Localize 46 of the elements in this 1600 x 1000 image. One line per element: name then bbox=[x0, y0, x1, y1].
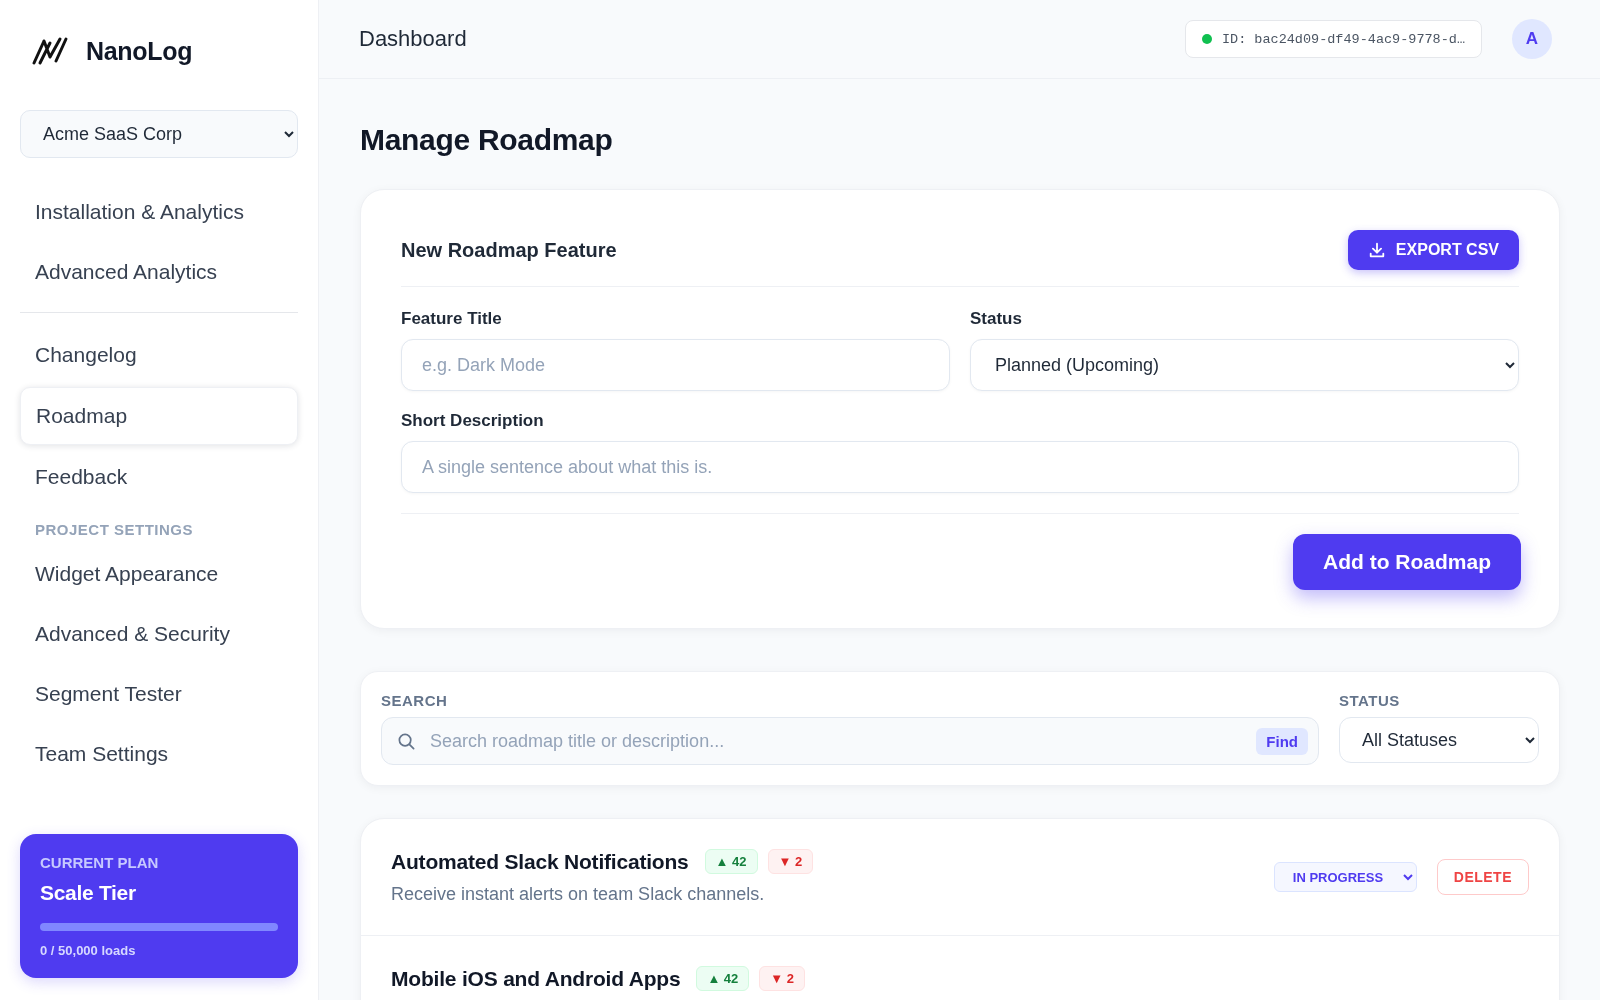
delete-button[interactable]: DELETE bbox=[1436, 859, 1529, 895]
nav-item[interactable]: Advanced & Security bbox=[20, 606, 298, 662]
downvote-count: ▼ 2 bbox=[759, 966, 806, 991]
download-icon bbox=[1367, 241, 1386, 259]
feature-title: Mobile iOS and Android Apps bbox=[391, 966, 681, 991]
find-button[interactable]: Find bbox=[1256, 727, 1308, 755]
field-label: Status bbox=[970, 309, 1023, 329]
nav-item[interactable]: Widget Appearance bbox=[20, 546, 298, 602]
nav-item[interactable]: Installation & Analytics bbox=[20, 184, 298, 240]
search-field[interactable]: Search roadmap title or description... Find bbox=[381, 717, 1319, 765]
plan-label: CURRENT PLAN bbox=[40, 854, 160, 871]
search-label: SEARCH bbox=[381, 692, 449, 709]
project-id: ID: bac24d09-df49-4ac9-9778-d… bbox=[1221, 31, 1465, 47]
feature-description: Receive instant alerts on team Slack channels. bbox=[391, 884, 766, 905]
avatar[interactable]: A bbox=[1512, 19, 1552, 59]
usage-text: 0 / 50,000 loads bbox=[40, 943, 137, 958]
project-select[interactable]: Acme SaaS Corp bbox=[20, 110, 298, 158]
upvote-count: ▲ 42 bbox=[696, 966, 750, 991]
nav-item[interactable]: Advanced Analytics bbox=[20, 244, 298, 300]
status-label: STATUS bbox=[1339, 692, 1401, 709]
field-label: Short Description bbox=[401, 411, 545, 431]
nav-item[interactable]: Team Settings bbox=[20, 726, 298, 782]
nav-item[interactable]: Feedback bbox=[20, 449, 298, 505]
brand-name: NanoLog bbox=[86, 36, 193, 66]
plan-name: Scale Tier bbox=[40, 881, 137, 905]
nav-item[interactable]: Roadmap bbox=[20, 387, 298, 445]
logo-icon bbox=[30, 35, 70, 67]
add-to-roadmap-button[interactable]: Add to Roadmap bbox=[1293, 534, 1521, 590]
feature-title-input[interactable]: e.g. Dark Mode bbox=[401, 339, 950, 391]
upvote-count: ▲ 42 bbox=[704, 849, 758, 874]
field-label: Feature Title bbox=[401, 309, 503, 329]
status-dot-icon bbox=[1201, 34, 1212, 44]
export-button[interactable]: EXPORT CSV bbox=[1347, 230, 1519, 270]
form-title: New Roadmap Feature bbox=[401, 238, 617, 262]
downvote-count: ▼ 2 bbox=[767, 849, 814, 874]
section-heading: PROJECT SETTINGS bbox=[34, 520, 195, 540]
feature-title: Automated Slack Notifications bbox=[391, 849, 689, 874]
search-icon bbox=[397, 731, 416, 751]
status-filter-select[interactable]: All Statuses bbox=[1339, 717, 1539, 763]
header-title: Dashboard bbox=[359, 26, 468, 52]
description-input[interactable]: A single sentence about what this is. bbox=[401, 441, 1519, 493]
page-title: Manage Roadmap bbox=[360, 123, 614, 157]
nav-item[interactable]: Changelog bbox=[20, 327, 298, 383]
nav-item[interactable]: Segment Tester bbox=[20, 666, 298, 722]
feature-status-select[interactable]: IN PROGRESS bbox=[1273, 862, 1417, 892]
status-select[interactable]: Planned (Upcoming) bbox=[970, 339, 1519, 391]
